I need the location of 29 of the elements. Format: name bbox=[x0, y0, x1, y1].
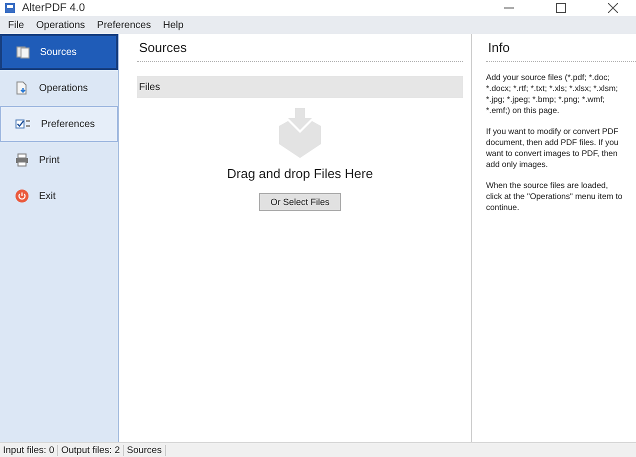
maximize-icon bbox=[556, 3, 566, 13]
document-arrow-icon bbox=[15, 81, 29, 95]
documents-icon bbox=[16, 45, 30, 59]
power-icon bbox=[15, 189, 29, 203]
close-icon bbox=[608, 3, 618, 13]
menu-item[interactable]: Operations bbox=[30, 20, 92, 30]
sidebar-item[interactable]: Operations bbox=[0, 70, 118, 106]
checkbox-list-icon bbox=[15, 118, 31, 130]
printer-icon bbox=[15, 153, 29, 167]
info-paragraph: When the source files are loaded, click at the "Operations" menu item to continue. bbox=[486, 180, 624, 213]
download-box-icon bbox=[277, 108, 323, 158]
info-paragraph: Add your source files (*.pdf; *.doc; *.docx; *.rtf; *.txt; *.xls; *.xlsx; *.xlsm; *.jpg; *.jpeg; *.bmp; *.png; *.wmf; *.emf;) on this page. bbox=[486, 72, 619, 116]
window-title: AlterPDF 4.0 bbox=[22, 2, 86, 14]
sidebar-item[interactable]: Preferences bbox=[0, 106, 118, 142]
files-header: Files bbox=[137, 76, 463, 98]
menu-item[interactable]: Help bbox=[156, 20, 190, 30]
select-files-button[interactable]: Or Select Files bbox=[259, 193, 341, 211]
section-heading: Sources bbox=[137, 38, 463, 62]
status-text: Sources bbox=[124, 444, 166, 456]
menu-item[interactable]: Preferences bbox=[91, 20, 157, 30]
sidebar-item[interactable]: Exit bbox=[0, 178, 118, 214]
menu-item[interactable]: File bbox=[2, 20, 30, 30]
sidebar-item[interactable]: Sources bbox=[0, 34, 118, 70]
info-heading: Info bbox=[486, 38, 636, 62]
status-text: Input files: 0 bbox=[0, 444, 58, 456]
sidebar-item[interactable]: Print bbox=[0, 142, 118, 178]
status-text: Output files: 2 bbox=[58, 444, 124, 456]
drop-instruction: Drag and drop Files Here bbox=[227, 166, 373, 181]
info-paragraph: If you want to modify or convert PDF document, then add PDF files. If you want to convert images to PDF, then add only images. bbox=[486, 126, 620, 170]
